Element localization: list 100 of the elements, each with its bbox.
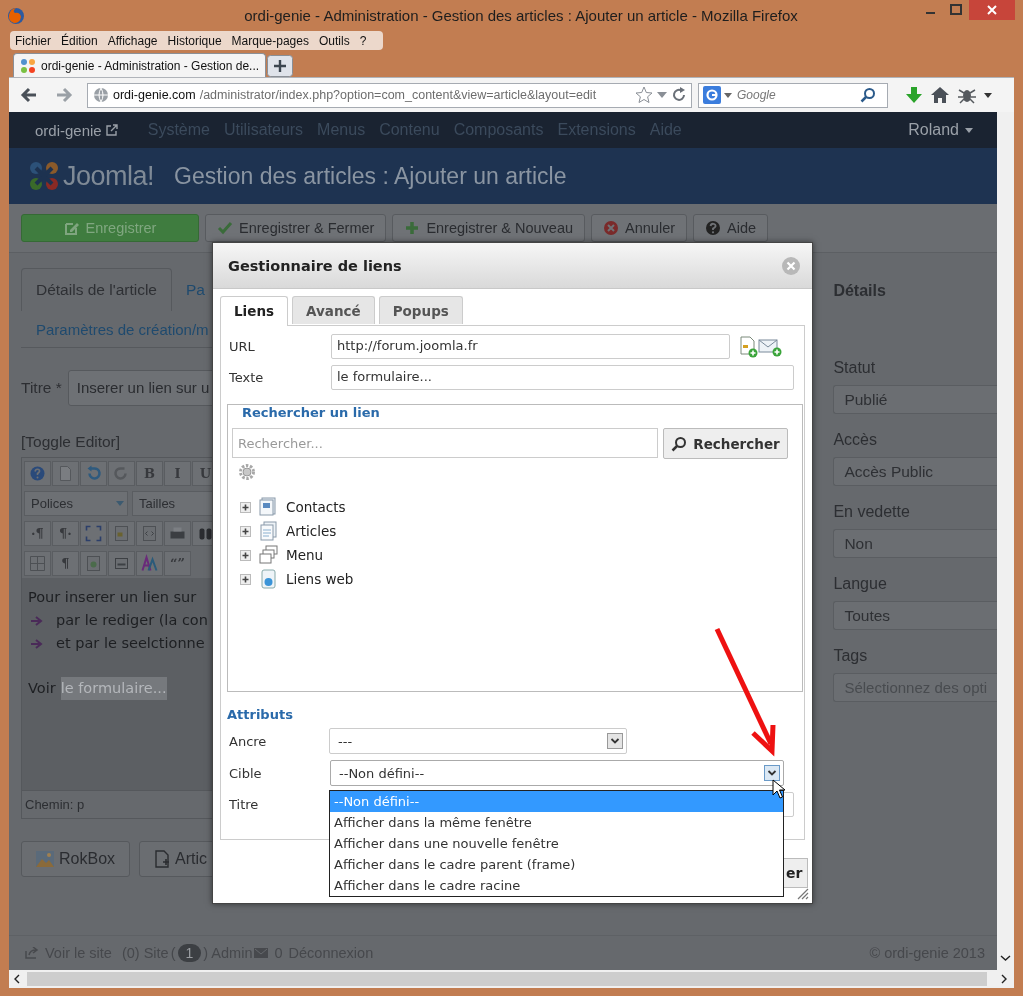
toolbar-button[interactable]: Aide — [693, 214, 769, 242]
menubar-entry[interactable]: Outils — [313, 33, 355, 48]
search-field[interactable]: Rechercher... — [232, 428, 658, 458]
expand-icon[interactable] — [240, 525, 251, 537]
dropdown[interactable]: Non — [833, 529, 997, 558]
search-button[interactable]: Rechercher — [663, 428, 788, 459]
dropdown-option[interactable]: --Non défini-- — [330, 791, 783, 812]
add-document-icon[interactable] — [738, 335, 758, 358]
menubar-entry[interactable]: Affichage — [102, 33, 163, 48]
font-style-icon[interactable] — [136, 551, 163, 576]
dropdown-option[interactable]: Afficher dans une nouvelle fenêtre — [330, 833, 783, 854]
url-field[interactable]: ordi-genie.com /administrator/index.php?option=com_content&view=article&layout=edit — [87, 82, 692, 108]
site-icon — [20, 57, 36, 74]
dropdown[interactable]: --Non défini-- — [330, 760, 784, 786]
count-badge: 1 — [177, 944, 202, 962]
logo-text: Joomla! — [63, 160, 155, 192]
check-icon — [217, 220, 233, 236]
search-icon — [671, 435, 688, 452]
field-label: Tags — [833, 647, 869, 665]
new-tab-button[interactable] — [267, 55, 294, 77]
caret-icon[interactable] — [984, 92, 992, 98]
expand-icon[interactable] — [240, 573, 251, 585]
windows-icon — [259, 545, 278, 565]
field-label: Texte — [229, 370, 265, 385]
box-icon[interactable] — [108, 551, 135, 576]
close-button[interactable] — [969, 0, 1015, 20]
reload-icon[interactable] — [671, 86, 687, 104]
dialog-tab[interactable]: Liens — [220, 296, 289, 326]
editor-tool-button[interactable]: ¶· — [52, 521, 79, 546]
dropdown[interactable]: Toutes — [833, 601, 997, 630]
dropdown-option[interactable]: Afficher dans le cadre racine — [330, 875, 783, 896]
home-icon[interactable] — [930, 85, 950, 105]
add-document-icon — [154, 850, 171, 868]
field-label: URL — [229, 339, 256, 354]
editor-tool-button[interactable]: “” — [164, 551, 191, 576]
settings-icon[interactable] — [238, 463, 256, 481]
help-icon[interactable] — [24, 461, 51, 486]
paragraph: Pour inserer un lien sur — [28, 588, 198, 607]
star-icon[interactable] — [635, 86, 653, 104]
dropdown[interactable]: Accès Public — [833, 457, 997, 486]
dialog-tab[interactable]: Popups — [378, 296, 463, 324]
tree-item[interactable]: Contacts — [286, 499, 346, 515]
expand-icon[interactable] — [240, 549, 251, 561]
download-icon[interactable] — [904, 85, 924, 105]
code-icon[interactable] — [136, 521, 163, 546]
field-label: Statut — [833, 359, 877, 377]
section-heading: Attributs — [227, 707, 294, 722]
toolbar-button[interactable]: Enregistrer & Fermer — [205, 214, 387, 242]
tree-item[interactable]: Articles — [286, 523, 337, 539]
dropdown[interactable]: Polices — [24, 491, 128, 516]
browser-tab[interactable]: ordi-genie - Administration - Gestion de... — [13, 53, 267, 77]
search-bar[interactable]: Google — [698, 82, 888, 108]
list-item: et par le seelctionne — [56, 634, 205, 653]
add-email-icon[interactable] — [758, 336, 782, 357]
toolbar-button[interactable]: Enregistrer & Nouveau — [392, 214, 586, 242]
fullscreen-icon[interactable] — [80, 521, 107, 546]
field-label: Accès — [833, 431, 878, 449]
editor-button[interactable]: RokBox — [21, 841, 131, 877]
search-engine-icon — [703, 86, 721, 104]
menubar-entry[interactable]: Fichier — [10, 33, 56, 48]
editor-tool-button[interactable]: ¶ — [52, 551, 79, 576]
menubar-entry[interactable]: ? — [354, 33, 372, 48]
template-icon[interactable] — [108, 521, 135, 546]
firefox-icon — [7, 6, 25, 25]
article-tab[interactable]: Détails de l'article — [21, 268, 172, 311]
external-link-icon — [105, 124, 118, 136]
text-field[interactable]: le formulaire... — [331, 365, 794, 390]
list-item: par le rediger (la con — [56, 611, 208, 630]
field-label: Ancre — [229, 733, 268, 749]
toolbar-button[interactable]: Enregistrer — [21, 214, 199, 242]
search-icon[interactable] — [860, 87, 876, 103]
caret-icon — [724, 92, 732, 98]
expand-icon[interactable] — [240, 501, 251, 513]
logo-icon — [27, 159, 61, 193]
site-link[interactable]: ordi-genie — [35, 121, 102, 139]
field-label: Langue — [833, 575, 888, 593]
table-icon[interactable] — [24, 551, 51, 576]
insert-button[interactable]: er — [784, 858, 809, 888]
tree-item[interactable]: Menu — [286, 547, 324, 563]
menubar-entry[interactable]: Marque-pages — [226, 33, 314, 48]
text-field[interactable]: http://forum.joomla.fr — [331, 334, 730, 359]
dialog-title: Gestionnaire de liens — [228, 257, 402, 274]
page-icon[interactable] — [52, 461, 79, 486]
toolbar-button[interactable]: Annuler — [591, 214, 688, 242]
picture-icon — [36, 851, 54, 867]
arrow-icon — [30, 613, 44, 628]
image-icon[interactable] — [80, 551, 107, 576]
arrow-icon — [30, 636, 44, 651]
menubar-entry[interactable]: Édition — [56, 33, 103, 48]
dialog-tab[interactable]: Avancé — [292, 296, 375, 324]
resize-handle-icon[interactable] — [797, 888, 809, 900]
dropdown[interactable]: --- — [329, 728, 627, 754]
editor-tool-button[interactable]: ·¶ — [24, 521, 51, 546]
tree-item[interactable]: Liens web — [286, 571, 354, 587]
dropdown[interactable]: Publié — [833, 385, 997, 414]
close-button[interactable] — [781, 255, 801, 276]
menubar-entry[interactable]: Historique — [162, 33, 227, 48]
edit-icon — [63, 220, 80, 236]
user-menu[interactable]: Roland — [908, 121, 973, 139]
dropdown-option[interactable]: Afficher dans le cadre parent (frame) — [330, 854, 783, 875]
